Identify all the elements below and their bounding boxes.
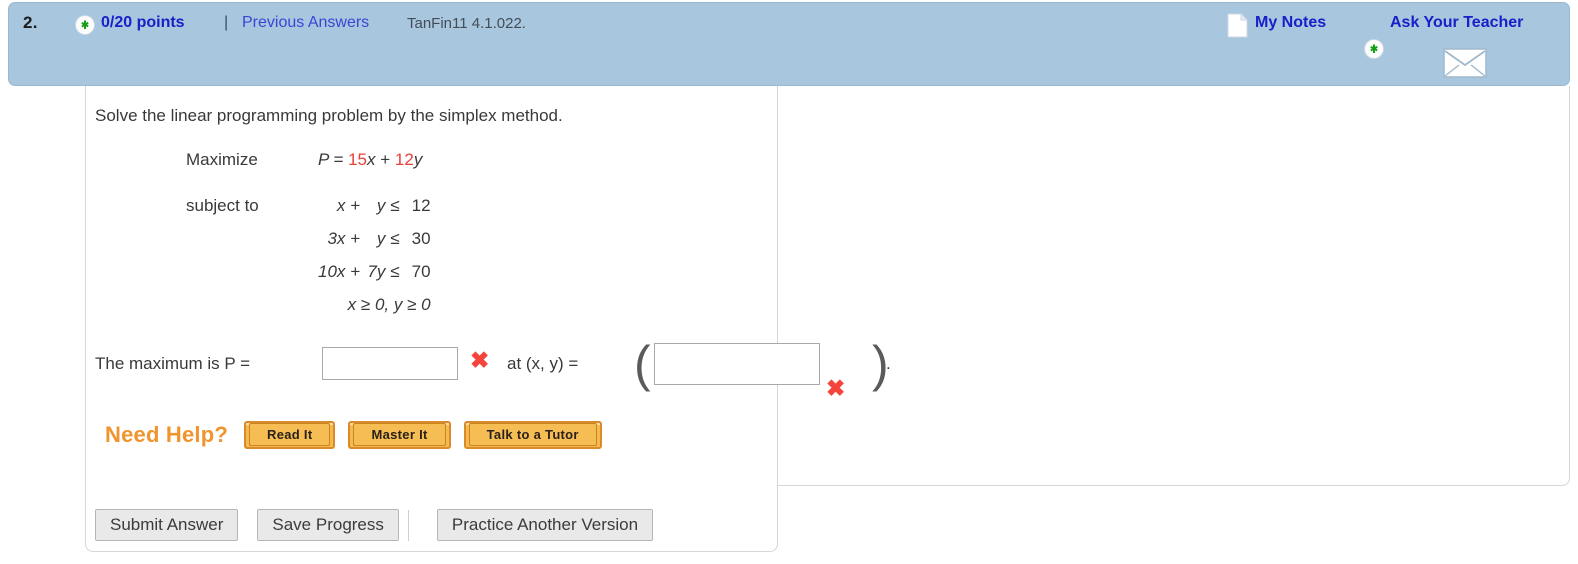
constraint-relation: ≤ — [390, 262, 400, 281]
constraint-rhs: y — [376, 196, 386, 215]
need-help-row: Need Help? Read It Master It Talk to a T… — [105, 421, 615, 449]
answer-label: The maximum is P = — [95, 354, 251, 373]
objective-expression: P = 15x + 12y — [318, 150, 422, 170]
need-help-label: Need Help? — [105, 422, 229, 447]
incorrect-mark-2: ✖ — [826, 375, 846, 401]
talk-to-a-tutor-button[interactable]: Talk to a Tutor — [463, 421, 602, 449]
practice-another-version-button[interactable]: Practice Another Version — [436, 509, 654, 541]
at-xy-label: at (x, y) = — [507, 354, 579, 373]
maximize-label: Maximize — [186, 150, 258, 169]
answer-period: . — [886, 354, 891, 373]
incorrect-mark-1: ✖ — [470, 347, 490, 373]
objective-function: Maximize P = 15x + 12y — [186, 150, 422, 191]
objective-coef-1: 15 — [348, 150, 368, 169]
constraint-value: 30 — [411, 229, 431, 248]
objective-plus: + — [375, 150, 395, 169]
constraint-relation: ≤ — [390, 196, 400, 215]
constraint-row: 10x + 7y ≤ 70 — [318, 262, 431, 295]
read-it-button-label: Read It — [249, 423, 331, 446]
ask-your-teacher-link[interactable]: Ask Your Teacher — [1390, 14, 1523, 32]
bottom-action-row: Submit Answer Save Progress Practice Ano… — [95, 509, 654, 541]
nonnegativity-row: x ≥ 0, y ≥ 0 — [318, 295, 431, 315]
constraint-value: 70 — [411, 262, 431, 281]
constraint-op: + — [350, 262, 361, 281]
question-header-bar: 2. 0/20 points | Previous Answers TanFin… — [8, 2, 1570, 86]
paren-open: ( — [634, 336, 651, 392]
constraint-value: 12 — [411, 196, 431, 215]
constraint-rhs: y — [376, 229, 386, 248]
my-notes-link[interactable]: My Notes — [1255, 14, 1326, 32]
page-icon[interactable] — [1227, 13, 1248, 38]
constraint-op: + — [350, 229, 361, 248]
assignment-code: TanFin11 4.1.022. — [407, 15, 526, 32]
question-number: 2. — [23, 13, 38, 32]
read-it-button[interactable]: Read It — [244, 421, 336, 449]
constraint-lhs: 3x — [327, 229, 346, 248]
header-separator: | — [224, 14, 229, 31]
xy-coordinates-input[interactable] — [654, 343, 820, 385]
talk-to-a-tutor-button-label: Talk to a Tutor — [468, 423, 597, 446]
problem-prompt: Solve the linear programming problem by … — [95, 106, 563, 125]
objective-coef-2: 12 — [394, 150, 414, 169]
constraints-table: x + y ≤ 12 3x + y ≤ 30 10x + 7y ≤ 70 x ≥… — [318, 196, 431, 315]
constraint-relation: ≤ — [390, 229, 400, 248]
maximum-p-input[interactable] — [322, 347, 458, 380]
master-it-button-label: Master It — [353, 423, 446, 446]
constraint-row: x + y ≤ 12 — [318, 196, 431, 229]
previous-answers-link[interactable]: Previous Answers — [242, 14, 369, 32]
points-label: 0/20 points — [101, 14, 185, 31]
submit-answer-button[interactable]: Submit Answer — [95, 509, 239, 541]
subject-to-label: subject to — [186, 196, 259, 215]
constraint-row: 3x + y ≤ 30 — [318, 229, 431, 262]
constraint-rhs: 7y — [367, 262, 386, 281]
objective-var-2: y — [413, 150, 423, 169]
constraint-lhs: x — [336, 196, 346, 215]
master-it-button[interactable]: Master It — [348, 421, 451, 449]
save-progress-button[interactable]: Save Progress — [257, 509, 399, 541]
envelope-icon[interactable] — [1443, 48, 1487, 78]
constraint-op: + — [350, 196, 361, 215]
plus-circle-icon-2[interactable] — [1364, 39, 1384, 59]
objective-var-1: x — [367, 150, 376, 169]
nonnegativity-constraint: x ≥ 0, y ≥ 0 — [347, 295, 431, 314]
question-panel-extension — [778, 86, 1570, 486]
objective-prefix: P = — [318, 150, 349, 169]
plus-circle-icon[interactable] — [75, 15, 95, 35]
button-divider — [407, 509, 409, 541]
constraint-lhs: 10x — [318, 262, 346, 281]
